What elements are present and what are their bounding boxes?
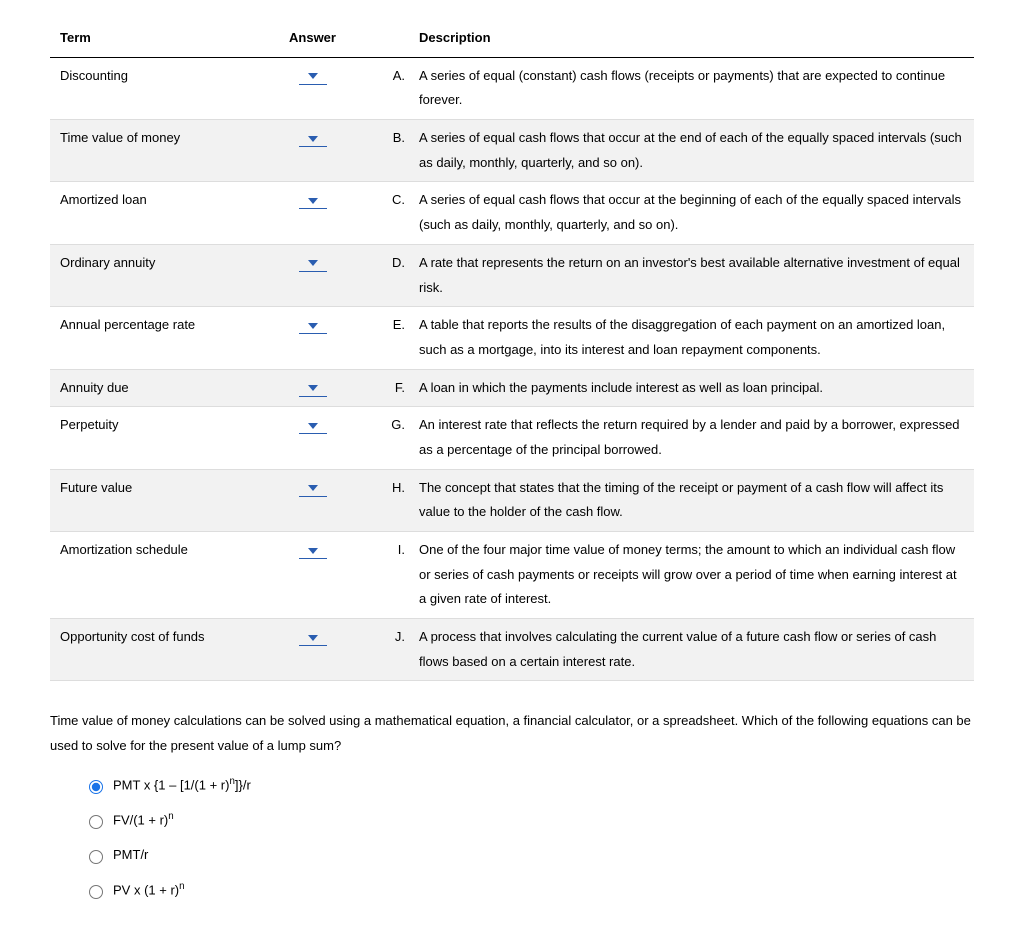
answer-cell (260, 469, 365, 531)
option-radio[interactable] (89, 885, 103, 899)
option-label: PV x (1 + r)n (113, 878, 185, 903)
description-cell: An interest rate that reflects the retur… (409, 407, 974, 469)
option-row[interactable]: PV x (1 + r)n (84, 878, 974, 903)
answer-dropdown[interactable] (299, 318, 327, 334)
letter-cell: D. (365, 244, 409, 306)
description-cell: One of the four major time value of mone… (409, 532, 974, 619)
description-cell: A process that involves calculating the … (409, 619, 974, 681)
answer-cell (260, 307, 365, 369)
letter-cell: I. (365, 532, 409, 619)
table-row: Discounting A.A series of equal (constant… (50, 57, 974, 119)
answer-cell (260, 182, 365, 244)
header-answer: Answer (260, 20, 365, 57)
answer-dropdown[interactable] (299, 418, 327, 434)
table-row: Annual percentage rate E.A table that rep… (50, 307, 974, 369)
answer-dropdown[interactable] (299, 69, 327, 85)
letter-cell: H. (365, 469, 409, 531)
header-term: Term (50, 20, 260, 57)
table-row: Annuity due F.A loan in which the payment… (50, 369, 974, 407)
letter-cell: F. (365, 369, 409, 407)
term-cell: Annual percentage rate (50, 307, 260, 369)
table-row: Opportunity cost of funds J.A process tha… (50, 619, 974, 681)
letter-cell: G. (365, 407, 409, 469)
letter-cell: A. (365, 57, 409, 119)
table-row: Perpetuity G.An interest rate that reflec… (50, 407, 974, 469)
table-row: Ordinary annuity D.A rate that represents… (50, 244, 974, 306)
option-label: PMT x {1 – [1/(1 + r)n]}/r (113, 773, 251, 798)
option-row[interactable]: PMT x {1 – [1/(1 + r)n]}/r (84, 773, 974, 798)
matching-table: Term Answer Description DiscountingA.A s… (50, 20, 974, 681)
answer-cell (260, 369, 365, 407)
answer-dropdown[interactable] (299, 543, 327, 559)
answer-dropdown[interactable] (299, 481, 327, 497)
chevron-down-icon (307, 130, 319, 145)
table-row: Time value of money B.A series of equal c… (50, 120, 974, 182)
term-cell: Ordinary annuity (50, 244, 260, 306)
answer-dropdown[interactable] (299, 193, 327, 209)
term-cell: Amortized loan (50, 182, 260, 244)
term-cell: Future value (50, 469, 260, 531)
header-spacer (365, 20, 409, 57)
question-text: Time value of money calculations can be … (50, 709, 974, 758)
option-radio[interactable] (89, 780, 103, 794)
answer-cell (260, 532, 365, 619)
answer-dropdown[interactable] (299, 131, 327, 147)
option-label: FV/(1 + r)n (113, 808, 174, 833)
option-label: PMT/r (113, 843, 148, 868)
term-cell: Perpetuity (50, 407, 260, 469)
chevron-down-icon (307, 629, 319, 644)
chevron-down-icon (307, 417, 319, 432)
header-description: Description (409, 20, 974, 57)
letter-cell: J. (365, 619, 409, 681)
description-cell: A series of equal (constant) cash flows … (409, 57, 974, 119)
answer-cell (260, 120, 365, 182)
description-cell: A series of equal cash flows that occur … (409, 182, 974, 244)
chevron-down-icon (307, 68, 319, 83)
answer-cell (260, 57, 365, 119)
description-cell: A series of equal cash flows that occur … (409, 120, 974, 182)
term-cell: Discounting (50, 57, 260, 119)
description-cell: The concept that states that the timing … (409, 469, 974, 531)
answer-cell (260, 619, 365, 681)
answer-dropdown[interactable] (299, 381, 327, 397)
option-row[interactable]: FV/(1 + r)n (84, 808, 974, 833)
term-cell: Amortization schedule (50, 532, 260, 619)
table-row: Amortization schedule I.One of the four m… (50, 532, 974, 619)
answer-dropdown[interactable] (299, 256, 327, 272)
option-row[interactable]: PMT/r (84, 843, 974, 868)
description-cell: A loan in which the payments include int… (409, 369, 974, 407)
letter-cell: B. (365, 120, 409, 182)
table-row: Future value H.The concept that states th… (50, 469, 974, 531)
term-cell: Opportunity cost of funds (50, 619, 260, 681)
options-group: PMT x {1 – [1/(1 + r)n]}/r FV/(1 + r)n PMT… (84, 773, 974, 903)
term-cell: Time value of money (50, 120, 260, 182)
chevron-down-icon (307, 542, 319, 557)
chevron-down-icon (307, 255, 319, 270)
option-radio[interactable] (89, 850, 103, 864)
answer-cell (260, 407, 365, 469)
chevron-down-icon (307, 317, 319, 332)
letter-cell: E. (365, 307, 409, 369)
answer-cell (260, 244, 365, 306)
description-cell: A rate that represents the return on an … (409, 244, 974, 306)
term-cell: Annuity due (50, 369, 260, 407)
letter-cell: C. (365, 182, 409, 244)
option-radio[interactable] (89, 815, 103, 829)
description-cell: A table that reports the results of the … (409, 307, 974, 369)
answer-dropdown[interactable] (299, 630, 327, 646)
chevron-down-icon (307, 380, 319, 395)
table-row: Amortized loan C.A series of equal cash f… (50, 182, 974, 244)
chevron-down-icon (307, 480, 319, 495)
chevron-down-icon (307, 192, 319, 207)
